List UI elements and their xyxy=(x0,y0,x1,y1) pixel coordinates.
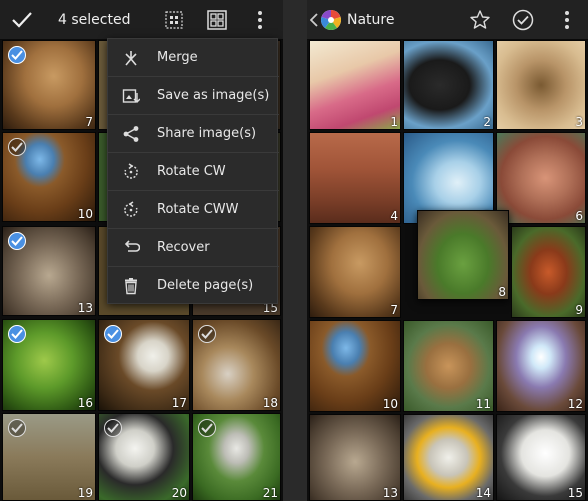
thumbnail[interactable]: 18 xyxy=(192,319,281,411)
thumbnail[interactable]: 3 xyxy=(496,40,586,130)
overflow-menu-icon[interactable] xyxy=(256,10,264,30)
save-image-icon xyxy=(122,89,140,103)
merge-icon xyxy=(125,51,137,66)
unselected-check-icon[interactable] xyxy=(8,419,26,437)
star-icon[interactable] xyxy=(470,10,490,29)
thumbnail[interactable]: 4 xyxy=(309,132,401,224)
page-number: 17 xyxy=(171,396,187,410)
thumbnail[interactable]: 13 xyxy=(2,226,96,316)
page-number: 7 xyxy=(85,115,93,129)
select-mode-icon[interactable] xyxy=(512,9,534,31)
menu-item-recover[interactable]: Recover xyxy=(108,229,279,267)
page-number: 10 xyxy=(382,397,398,411)
thumbnail[interactable]: 15 xyxy=(496,414,586,501)
page-number: 11 xyxy=(475,397,491,411)
thumbnail[interactable]: 2 xyxy=(403,40,494,130)
selected-check-icon[interactable] xyxy=(8,325,26,343)
selected-check-icon[interactable] xyxy=(104,325,122,343)
page-number: 2 xyxy=(483,115,491,129)
trash-icon xyxy=(125,278,137,295)
thumbnail[interactable]: 6 xyxy=(496,132,586,224)
menu-item-rotate-cw[interactable]: Rotate CW xyxy=(108,153,279,191)
thumbnail[interactable]: 9 xyxy=(511,226,586,318)
select-all-icon[interactable] xyxy=(165,11,183,29)
page-number: 3 xyxy=(575,115,583,129)
thumbnail[interactable]: 10 xyxy=(2,132,96,222)
page-number: 18 xyxy=(262,396,278,410)
done-check-icon[interactable] xyxy=(12,11,32,29)
thumbnail[interactable]: 8 xyxy=(417,210,509,300)
unselected-check-icon[interactable] xyxy=(198,419,216,437)
rotate-ccw-icon xyxy=(124,201,138,217)
grid-view-icon[interactable] xyxy=(207,10,227,30)
app-logo-icon xyxy=(321,10,341,31)
action-bar: 4 selected xyxy=(0,0,283,40)
thumbnail[interactable]: 17 xyxy=(98,319,190,411)
page-number: 14 xyxy=(475,486,491,500)
thumbnail[interactable]: 14 xyxy=(403,414,494,501)
page-number: 6 xyxy=(575,209,583,223)
page-number: 12 xyxy=(567,397,583,411)
thumbnail[interactable]: 11 xyxy=(403,320,494,412)
pane-divider xyxy=(283,0,307,501)
thumbnail[interactable]: 21 xyxy=(192,413,281,501)
page-number: 16 xyxy=(77,396,93,410)
overflow-menu: Merge Save as image(s) Share image(s) Ro… xyxy=(107,38,279,305)
page-number: 10 xyxy=(77,207,93,221)
thumbnail[interactable]: 16 xyxy=(2,319,96,411)
page-number: 8 xyxy=(498,285,506,299)
selected-check-icon[interactable] xyxy=(8,46,26,64)
thumbnail[interactable]: 1 xyxy=(309,40,401,130)
thumbnail[interactable]: 20 xyxy=(98,413,190,501)
menu-item-save-image[interactable]: Save as image(s) xyxy=(108,77,279,115)
selected-count: 4 selected xyxy=(58,12,131,28)
selected-check-icon[interactable] xyxy=(8,232,26,250)
unselected-check-icon[interactable] xyxy=(8,138,26,156)
unselected-check-icon[interactable] xyxy=(104,419,122,437)
page-number: 13 xyxy=(382,486,398,500)
page-number: 20 xyxy=(171,486,187,500)
album-toolbar: Nature xyxy=(307,0,588,40)
thumbnail[interactable]: 19 xyxy=(2,413,96,501)
overflow-menu-icon[interactable] xyxy=(563,10,571,30)
menu-item-delete[interactable]: Delete page(s) xyxy=(108,267,279,305)
thumbnail[interactable]: 12 xyxy=(496,320,586,412)
thumbnail[interactable]: 10 xyxy=(309,320,401,412)
page-number: 4 xyxy=(390,209,398,223)
page-number: 15 xyxy=(567,486,583,500)
thumbnail[interactable]: 13 xyxy=(309,414,401,501)
album-title: Nature xyxy=(347,12,395,28)
menu-item-rotate-ccw[interactable]: Rotate CWW xyxy=(108,191,279,229)
page-number: 19 xyxy=(77,486,93,500)
selection-pane: 7 10 13 16 19 17 20 18 21 15 12 xyxy=(0,0,283,501)
page-number: 7 xyxy=(390,303,398,317)
page-number: 1 xyxy=(390,115,398,129)
page-number: 9 xyxy=(575,303,583,317)
share-icon xyxy=(123,126,139,142)
unselected-check-icon[interactable] xyxy=(198,325,216,343)
thumbnail[interactable]: 7 xyxy=(309,226,401,318)
page-number: 21 xyxy=(262,486,278,500)
menu-item-share[interactable]: Share image(s) xyxy=(108,115,279,153)
recover-icon xyxy=(124,240,140,252)
thumbnail[interactable]: 7 xyxy=(2,40,96,130)
back-chevron-icon[interactable] xyxy=(310,13,318,27)
album-pane: 1 2 3 4 5 6 7 8 9 10 11 12 13 14 15 Natu… xyxy=(307,0,588,501)
page-number: 13 xyxy=(77,301,93,315)
menu-item-merge[interactable]: Merge xyxy=(108,39,279,77)
rotate-cw-icon xyxy=(124,163,138,179)
